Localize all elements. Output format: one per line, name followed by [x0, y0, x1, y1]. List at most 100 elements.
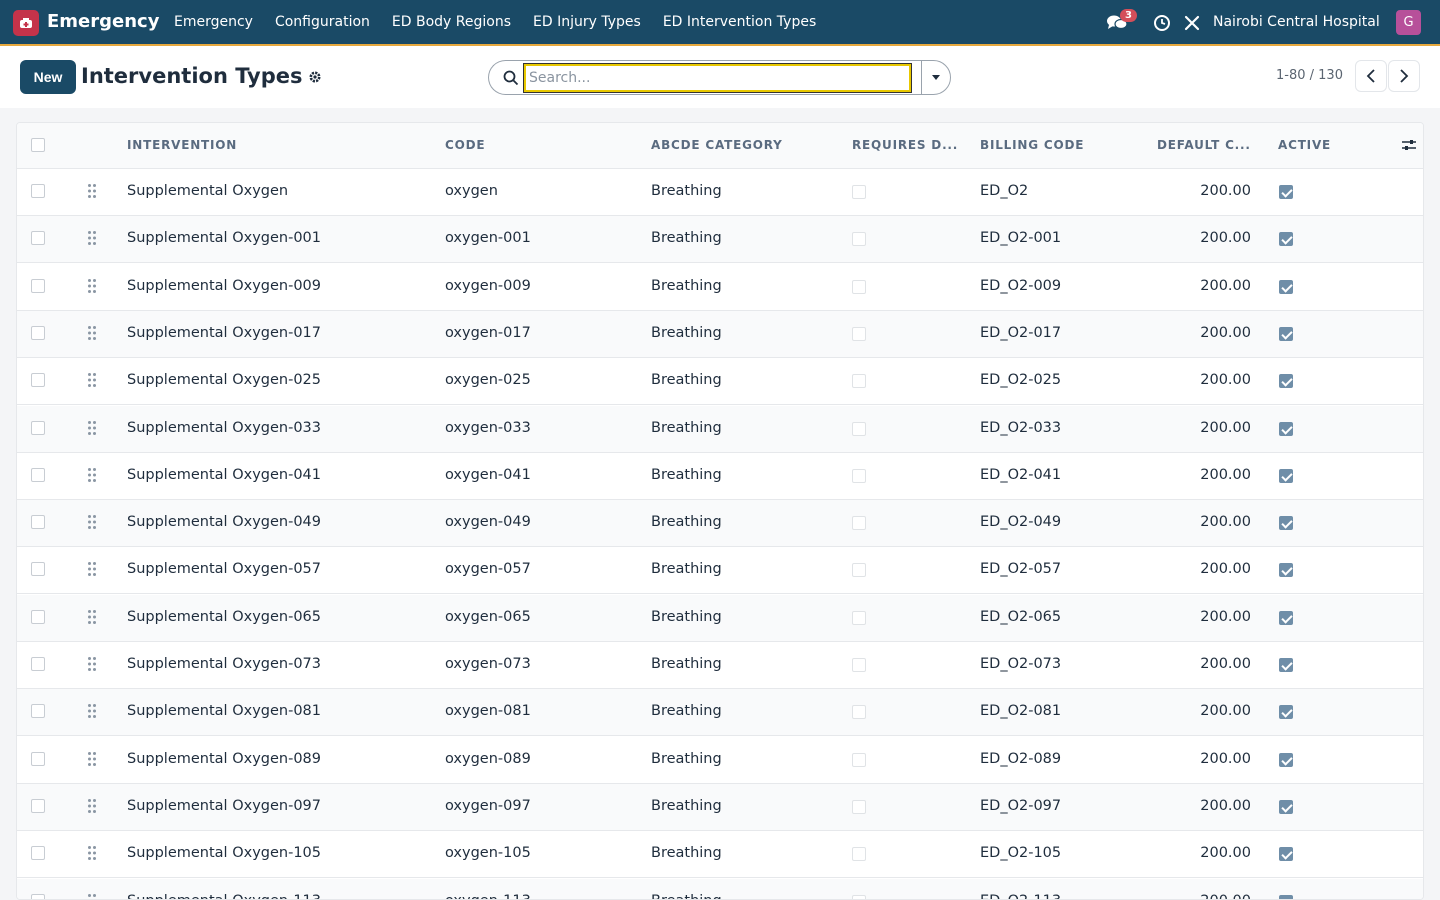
cell-default-cost: 200.00: [1200, 324, 1251, 341]
nav-item-configuration[interactable]: Configuration: [275, 14, 370, 30]
table-row[interactable]: Supplemental Oxygen-081 oxygen-081 Breathi…: [17, 689, 1423, 737]
cell-active-checkbox: [1279, 326, 1293, 341]
drag-handle-icon[interactable]: [87, 325, 97, 341]
cell-requires-d-checkbox: [852, 563, 866, 578]
user-avatar[interactable]: G: [1396, 10, 1421, 35]
company-switcher[interactable]: Nairobi Central Hospital: [1213, 14, 1380, 30]
row-select-checkbox[interactable]: [31, 704, 45, 719]
table-row[interactable]: Supplemental Oxygen-041 oxygen-041 Breathi…: [17, 453, 1423, 500]
clock-icon[interactable]: [1153, 14, 1171, 32]
drag-handle-icon[interactable]: [87, 798, 97, 814]
drag-handle-icon[interactable]: [87, 372, 97, 388]
table-row[interactable]: Supplemental Oxygen-033 oxygen-033 Breathi…: [17, 405, 1423, 453]
control-panel: New Intervention Types 1-80 / 130: [0, 46, 1440, 108]
table-row[interactable]: Supplemental Oxygen-073 oxygen-073 Breathi…: [17, 642, 1423, 689]
search-options-toggle[interactable]: [921, 60, 951, 95]
row-select-checkbox[interactable]: [31, 325, 45, 340]
row-select-checkbox[interactable]: [31, 751, 45, 766]
app-brand[interactable]: Emergency: [47, 11, 159, 32]
cell-abcde-category: Breathing: [651, 466, 722, 483]
row-select-checkbox[interactable]: [31, 562, 45, 577]
table-row[interactable]: Supplemental Oxygen-113 oxygen-113 Breathi…: [17, 878, 1423, 900]
list-view: INTERVENTION CODE ABCDE CATEGORY REQUIRE…: [16, 122, 1424, 900]
cell-intervention: Supplemental Oxygen-025: [127, 372, 321, 389]
drag-handle-icon[interactable]: [87, 703, 97, 719]
nav-item-injury-types[interactable]: ED Injury Types: [533, 14, 641, 30]
drag-handle-icon[interactable]: [87, 609, 97, 625]
column-settings-icon[interactable]: [1401, 137, 1417, 153]
drag-handle-icon[interactable]: [87, 514, 97, 530]
cell-requires-d-checkbox: [852, 705, 866, 720]
nav-item-body-regions[interactable]: ED Body Regions: [392, 14, 511, 30]
column-header-default-cost[interactable]: DEFAULT C...: [1157, 138, 1251, 152]
column-header-code[interactable]: CODE: [445, 138, 485, 152]
pager-next-button[interactable]: [1388, 60, 1420, 92]
column-header-billing-code[interactable]: BILLING CODE: [980, 138, 1084, 152]
tools-icon[interactable]: [1184, 15, 1200, 31]
drag-handle-icon[interactable]: [87, 467, 97, 483]
drag-handle-icon[interactable]: [87, 656, 97, 672]
cell-code: oxygen-049: [445, 514, 531, 531]
chevron-left-icon: [1366, 69, 1375, 83]
row-select-checkbox[interactable]: [31, 657, 45, 671]
select-all-checkbox[interactable]: [31, 138, 45, 152]
row-select-checkbox[interactable]: [31, 184, 45, 198]
cell-code: oxygen-097: [445, 797, 531, 814]
drag-handle-icon[interactable]: [87, 893, 97, 900]
drag-handle-icon[interactable]: [87, 751, 97, 767]
table-row[interactable]: Supplemental Oxygen-057 oxygen-057 Breathi…: [17, 547, 1423, 595]
cell-code: oxygen-073: [445, 656, 531, 672]
row-select-checkbox[interactable]: [31, 515, 45, 530]
cell-requires-d-checkbox: [852, 374, 866, 389]
row-select-checkbox[interactable]: [31, 609, 45, 624]
table-row[interactable]: Supplemental Oxygen oxygen Breathing ED_O2 2…: [17, 169, 1423, 216]
pager-value[interactable]: 1-80 / 130: [1276, 68, 1343, 83]
row-select-checkbox[interactable]: [31, 467, 45, 482]
column-header-active[interactable]: ACTIVE: [1278, 138, 1331, 152]
app-logo-icon[interactable]: [13, 10, 39, 36]
drag-handle-icon[interactable]: [87, 183, 97, 199]
table-row[interactable]: Supplemental Oxygen-065 oxygen-065 Breathi…: [17, 594, 1423, 642]
cell-requires-d-checkbox: [852, 421, 866, 436]
table-row[interactable]: Supplemental Oxygen-001 oxygen-001 Breathi…: [17, 216, 1423, 264]
table-row[interactable]: Supplemental Oxygen-049 oxygen-049 Breathi…: [17, 500, 1423, 548]
drag-handle-icon[interactable]: [87, 230, 97, 246]
table-row[interactable]: Supplemental Oxygen-025 oxygen-025 Breathi…: [17, 358, 1423, 406]
table-row[interactable]: Supplemental Oxygen-009 oxygen-009 Breathi…: [17, 264, 1423, 311]
row-select-checkbox[interactable]: [31, 420, 45, 435]
table-row[interactable]: Supplemental Oxygen-105 oxygen-105 Breathi…: [17, 831, 1423, 879]
pager-previous-button[interactable]: [1355, 60, 1387, 92]
cell-abcde-category: Breathing: [651, 893, 722, 900]
table-row[interactable]: Supplemental Oxygen-017 oxygen-017 Breathi…: [17, 310, 1423, 358]
column-header-intervention[interactable]: INTERVENTION: [127, 138, 237, 152]
table-row[interactable]: Supplemental Oxygen-097 oxygen-097 Breathi…: [17, 783, 1423, 831]
row-select-checkbox[interactable]: [31, 798, 45, 813]
row-select-checkbox[interactable]: [31, 373, 45, 388]
cell-abcde-category: Breathing: [651, 372, 722, 389]
drag-handle-icon[interactable]: [87, 278, 97, 294]
nav-item-intervention-types[interactable]: ED Intervention Types: [663, 14, 816, 30]
new-button[interactable]: New: [20, 60, 76, 94]
cell-active-checkbox: [1279, 658, 1293, 672]
gear-icon[interactable]: [308, 70, 322, 84]
search-input[interactable]: [523, 63, 912, 93]
cell-default-cost: 200.00: [1200, 183, 1251, 199]
cell-default-cost: 200.00: [1200, 419, 1251, 436]
column-header-abcde-category[interactable]: ABCDE CATEGORY: [651, 138, 783, 152]
drag-handle-icon[interactable]: [87, 845, 97, 861]
column-header-requires-d[interactable]: REQUIRES D...: [852, 138, 958, 152]
nav-item-emergency[interactable]: Emergency: [174, 14, 253, 30]
cell-abcde-category: Breathing: [651, 183, 722, 199]
row-select-checkbox[interactable]: [31, 278, 45, 293]
drag-handle-icon[interactable]: [87, 420, 97, 436]
cell-active-checkbox: [1279, 752, 1293, 767]
drag-handle-icon[interactable]: [87, 561, 97, 577]
cell-code: oxygen-017: [445, 324, 531, 341]
cell-default-cost: 200.00: [1200, 561, 1251, 578]
cell-billing-code: ED_O2-009: [980, 277, 1062, 294]
cell-requires-d-checkbox: [852, 752, 866, 767]
row-select-checkbox[interactable]: [31, 231, 45, 246]
table-row[interactable]: Supplemental Oxygen-089 oxygen-089 Breathi…: [17, 737, 1423, 784]
row-select-checkbox[interactable]: [31, 893, 45, 899]
row-select-checkbox[interactable]: [31, 846, 45, 861]
